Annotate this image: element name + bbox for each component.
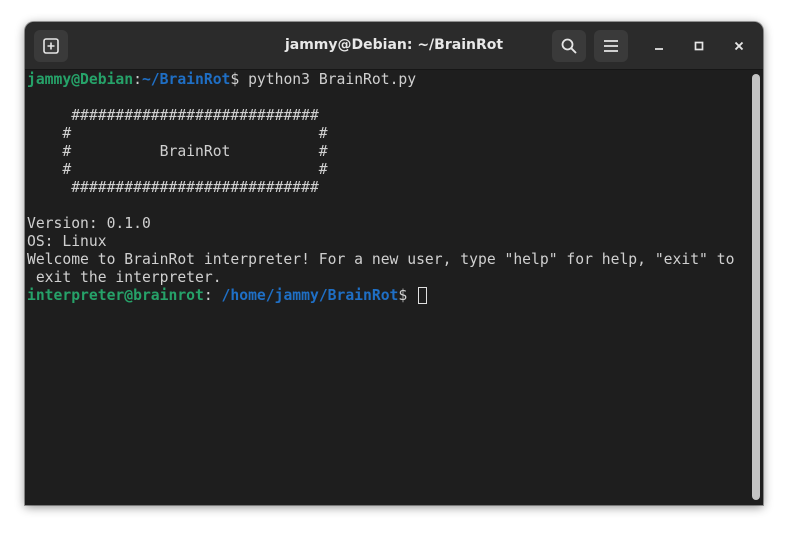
interpreter-path: /home/jammy/BrainRot [221,287,399,304]
welcome-line-continued: exit the interpreter. [27,269,222,286]
prompt-symbol: $ [230,71,249,88]
prompt-separator: : [133,71,142,88]
banner-line: # # [27,161,328,178]
banner-line: ############################ [27,179,319,196]
new-tab-plus-icon [42,37,60,55]
interpreter-user-host: interpreter@brainrot [27,287,204,304]
terminal-window: jammy@Debian: ~/BrainRot jammy@Debian:~/… [25,22,763,505]
banner-line: ############################ [27,107,319,124]
os-line: OS: Linux [27,233,107,250]
search-icon [560,37,578,55]
search-button[interactable] [552,30,586,62]
banner-line: # BrainRot # [27,143,328,160]
typed-command: python3 BrainRot.py [248,71,417,88]
title-bar[interactable]: jammy@Debian: ~/BrainRot [25,22,763,70]
maximize-icon [693,37,705,56]
shell-prompt-line: jammy@Debian:~/BrainRot$ python3 BrainRo… [27,71,416,89]
banner-line: # # [27,125,328,142]
text-cursor [418,287,428,304]
interpreter-separator: : [203,287,222,304]
new-tab-button[interactable] [34,30,68,62]
close-icon [733,37,745,56]
terminal-output[interactable]: jammy@Debian:~/BrainRot$ python3 BrainRo… [25,70,745,505]
minimize-icon [653,37,665,56]
window-title: jammy@Debian: ~/BrainRot [284,37,504,53]
version-line: Version: 0.1.0 [27,215,151,232]
close-button[interactable] [727,34,751,58]
prompt-path: ~/BrainRot [141,71,231,88]
menu-button[interactable] [594,30,628,62]
welcome-line: Welcome to BrainRot interpreter! For a n… [27,251,735,268]
vertical-scrollbar[interactable] [749,70,763,505]
maximize-button[interactable] [687,34,711,58]
prompt-user-host: jammy@Debian [27,71,134,88]
hamburger-menu-icon [602,37,620,55]
minimize-button[interactable] [647,34,671,58]
interpreter-prompt-line[interactable]: interpreter@brainrot: /home/jammy/BrainR… [27,287,428,305]
scrollbar-thumb[interactable] [752,74,760,500]
interpreter-symbol: $ [398,287,417,304]
